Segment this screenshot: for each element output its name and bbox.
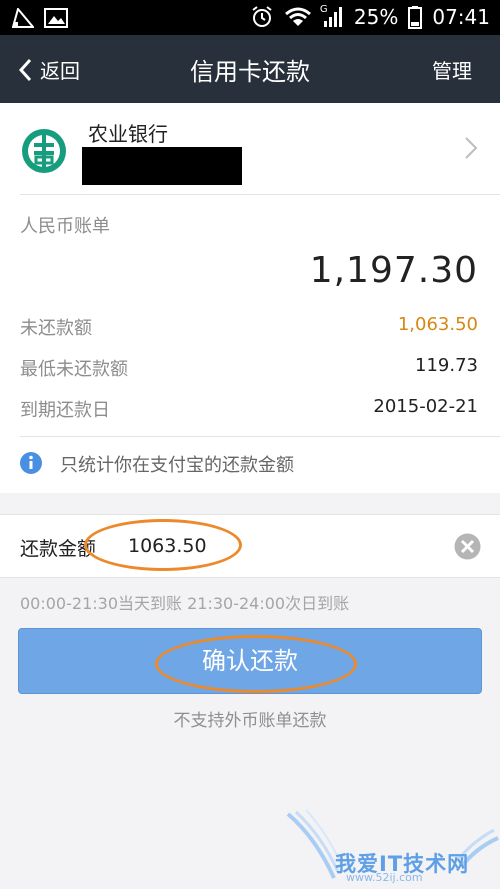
manage-button[interactable]: 管理 — [432, 55, 472, 84]
minimum-payment-label: 最低未还款额 — [20, 359, 128, 380]
due-date-value: 2015-02-21 — [373, 396, 478, 417]
image-icon — [44, 8, 68, 28]
due-date-label: 到期还款日 — [20, 400, 110, 421]
annotation-circle — [84, 519, 242, 571]
bill-card[interactable] — [0, 103, 500, 493]
navigation-bar: 返回 信用卡还款 管理 — [0, 35, 500, 103]
back-button[interactable]: 返回 — [18, 55, 80, 84]
watermark-url: www.52ij.com — [346, 871, 423, 884]
bill-type-label: 人民币账单 — [20, 216, 110, 237]
battery-icon — [408, 6, 423, 29]
unpaid-amount-label: 未还款额 — [20, 318, 92, 339]
annotation-circle — [155, 635, 357, 693]
divider — [20, 194, 500, 195]
abc-bank-logo — [22, 129, 66, 173]
wifi-icon — [284, 7, 311, 26]
chevron-right-icon[interactable] — [464, 136, 478, 160]
clock: 07:41 — [432, 5, 490, 29]
alarm-icon — [252, 6, 272, 27]
bill-total: 1,197.30 — [309, 250, 478, 291]
foreign-currency-note: 不支持外币账单还款 — [173, 711, 327, 731]
battery-percent: 25% — [353, 5, 399, 29]
back-label: 返回 — [40, 59, 80, 83]
minimum-payment-value: 119.73 — [415, 355, 478, 376]
arrival-time-hint: 00:00-21:30当天到账 21:30-24:00次日到账 — [20, 594, 350, 613]
cell-signal: G — [319, 4, 344, 28]
info-note: 只统计你在支付宝的还款金额 — [60, 455, 294, 476]
status-bar: G 25% 07:41 — [0, 0, 500, 35]
network-type-label: G — [319, 4, 328, 15]
divider — [20, 436, 500, 437]
warning-icon — [12, 8, 34, 28]
back-arrow-icon — [18, 58, 32, 81]
info-icon — [20, 452, 42, 474]
notification-icons — [12, 8, 68, 28]
unpaid-amount-value: 1,063.50 — [397, 314, 478, 335]
bank-name: 农业银行 — [88, 122, 168, 146]
payment-amount-row: 还款金额 1063.50 — [0, 514, 500, 578]
redacted-card-number — [82, 147, 242, 185]
clear-input-icon[interactable] — [454, 533, 481, 560]
